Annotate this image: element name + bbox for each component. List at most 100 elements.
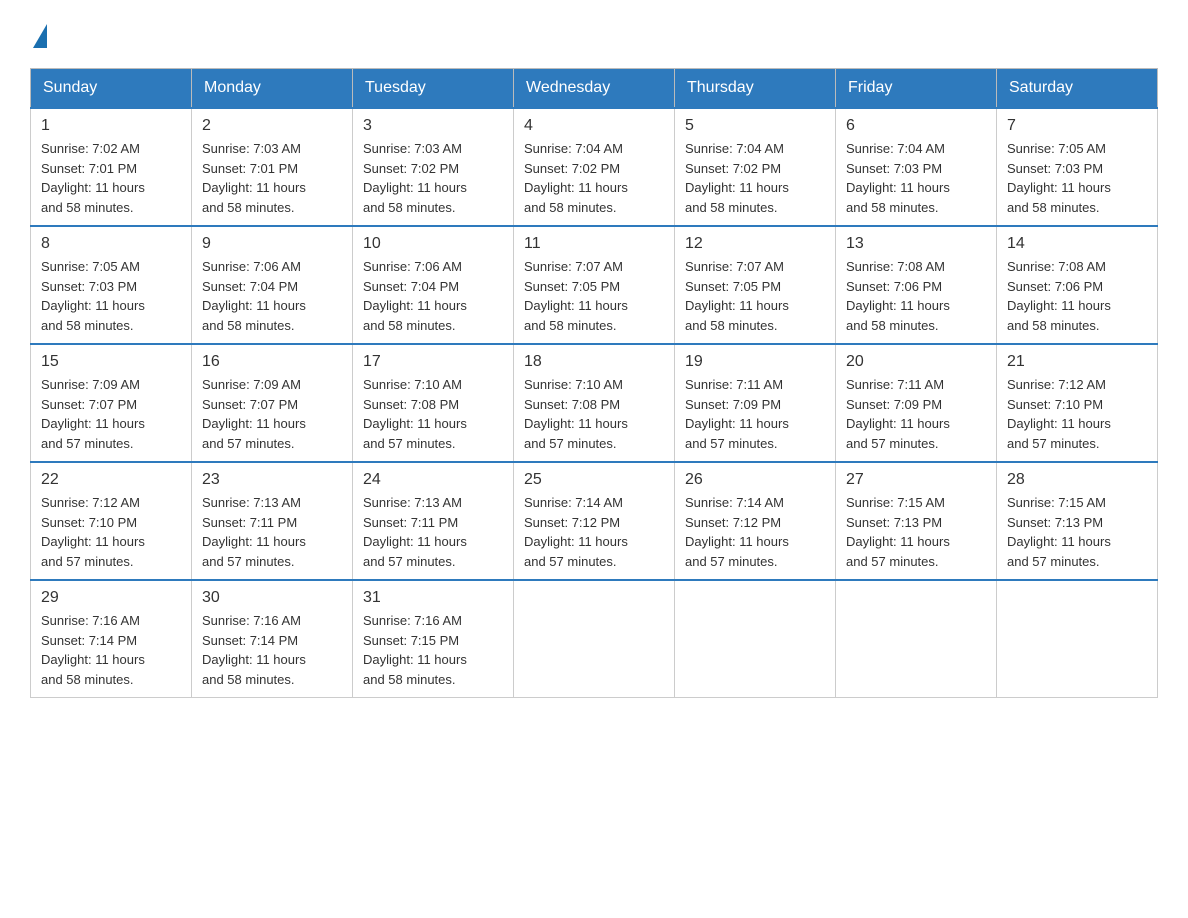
- calendar-cell: 1 Sunrise: 7:02 AMSunset: 7:01 PMDayligh…: [31, 108, 192, 226]
- day-number: 19: [685, 353, 825, 371]
- calendar-cell: 29 Sunrise: 7:16 AMSunset: 7:14 PMDaylig…: [31, 580, 192, 698]
- day-info: Sunrise: 7:04 AMSunset: 7:02 PMDaylight:…: [524, 141, 628, 215]
- day-info: Sunrise: 7:16 AMSunset: 7:15 PMDaylight:…: [363, 613, 467, 687]
- day-info: Sunrise: 7:09 AMSunset: 7:07 PMDaylight:…: [41, 377, 145, 451]
- day-number: 17: [363, 353, 503, 371]
- day-info: Sunrise: 7:16 AMSunset: 7:14 PMDaylight:…: [202, 613, 306, 687]
- day-number: 7: [1007, 117, 1147, 135]
- day-number: 30: [202, 589, 342, 607]
- day-number: 25: [524, 471, 664, 489]
- calendar-cell: 9 Sunrise: 7:06 AMSunset: 7:04 PMDayligh…: [192, 226, 353, 344]
- day-number: 18: [524, 353, 664, 371]
- day-info: Sunrise: 7:10 AMSunset: 7:08 PMDaylight:…: [524, 377, 628, 451]
- column-header-saturday: Saturday: [997, 69, 1158, 109]
- calendar-cell: 6 Sunrise: 7:04 AMSunset: 7:03 PMDayligh…: [836, 108, 997, 226]
- calendar-cell: 3 Sunrise: 7:03 AMSunset: 7:02 PMDayligh…: [353, 108, 514, 226]
- calendar-cell: 15 Sunrise: 7:09 AMSunset: 7:07 PMDaylig…: [31, 344, 192, 462]
- calendar-cell: 7 Sunrise: 7:05 AMSunset: 7:03 PMDayligh…: [997, 108, 1158, 226]
- day-number: 24: [363, 471, 503, 489]
- column-header-thursday: Thursday: [675, 69, 836, 109]
- day-number: 2: [202, 117, 342, 135]
- day-info: Sunrise: 7:05 AMSunset: 7:03 PMDaylight:…: [1007, 141, 1111, 215]
- calendar-cell: 27 Sunrise: 7:15 AMSunset: 7:13 PMDaylig…: [836, 462, 997, 580]
- calendar-cell: [514, 580, 675, 698]
- day-number: 4: [524, 117, 664, 135]
- day-number: 8: [41, 235, 181, 253]
- column-header-friday: Friday: [836, 69, 997, 109]
- day-info: Sunrise: 7:12 AMSunset: 7:10 PMDaylight:…: [41, 495, 145, 569]
- day-number: 9: [202, 235, 342, 253]
- logo-triangle-icon: [33, 24, 47, 48]
- calendar-cell: 13 Sunrise: 7:08 AMSunset: 7:06 PMDaylig…: [836, 226, 997, 344]
- day-info: Sunrise: 7:12 AMSunset: 7:10 PMDaylight:…: [1007, 377, 1111, 451]
- day-info: Sunrise: 7:15 AMSunset: 7:13 PMDaylight:…: [1007, 495, 1111, 569]
- day-info: Sunrise: 7:09 AMSunset: 7:07 PMDaylight:…: [202, 377, 306, 451]
- calendar-cell: 23 Sunrise: 7:13 AMSunset: 7:11 PMDaylig…: [192, 462, 353, 580]
- day-info: Sunrise: 7:04 AMSunset: 7:02 PMDaylight:…: [685, 141, 789, 215]
- day-info: Sunrise: 7:06 AMSunset: 7:04 PMDaylight:…: [363, 259, 467, 333]
- day-number: 15: [41, 353, 181, 371]
- day-number: 27: [846, 471, 986, 489]
- day-info: Sunrise: 7:07 AMSunset: 7:05 PMDaylight:…: [685, 259, 789, 333]
- column-header-monday: Monday: [192, 69, 353, 109]
- calendar-cell: 4 Sunrise: 7:04 AMSunset: 7:02 PMDayligh…: [514, 108, 675, 226]
- day-number: 28: [1007, 471, 1147, 489]
- calendar-week-row: 15 Sunrise: 7:09 AMSunset: 7:07 PMDaylig…: [31, 344, 1158, 462]
- day-info: Sunrise: 7:10 AMSunset: 7:08 PMDaylight:…: [363, 377, 467, 451]
- day-info: Sunrise: 7:05 AMSunset: 7:03 PMDaylight:…: [41, 259, 145, 333]
- day-info: Sunrise: 7:14 AMSunset: 7:12 PMDaylight:…: [685, 495, 789, 569]
- day-number: 11: [524, 235, 664, 253]
- calendar-cell: 28 Sunrise: 7:15 AMSunset: 7:13 PMDaylig…: [997, 462, 1158, 580]
- calendar-cell: 18 Sunrise: 7:10 AMSunset: 7:08 PMDaylig…: [514, 344, 675, 462]
- day-info: Sunrise: 7:03 AMSunset: 7:01 PMDaylight:…: [202, 141, 306, 215]
- calendar-cell: 22 Sunrise: 7:12 AMSunset: 7:10 PMDaylig…: [31, 462, 192, 580]
- day-info: Sunrise: 7:06 AMSunset: 7:04 PMDaylight:…: [202, 259, 306, 333]
- calendar-week-row: 29 Sunrise: 7:16 AMSunset: 7:14 PMDaylig…: [31, 580, 1158, 698]
- calendar-cell: 8 Sunrise: 7:05 AMSunset: 7:03 PMDayligh…: [31, 226, 192, 344]
- day-info: Sunrise: 7:14 AMSunset: 7:12 PMDaylight:…: [524, 495, 628, 569]
- calendar-cell: 25 Sunrise: 7:14 AMSunset: 7:12 PMDaylig…: [514, 462, 675, 580]
- calendar-table: SundayMondayTuesdayWednesdayThursdayFrid…: [30, 68, 1158, 698]
- calendar-cell: 26 Sunrise: 7:14 AMSunset: 7:12 PMDaylig…: [675, 462, 836, 580]
- day-info: Sunrise: 7:11 AMSunset: 7:09 PMDaylight:…: [846, 377, 950, 451]
- logo-text: [30, 20, 47, 48]
- calendar-week-row: 8 Sunrise: 7:05 AMSunset: 7:03 PMDayligh…: [31, 226, 1158, 344]
- calendar-cell: 10 Sunrise: 7:06 AMSunset: 7:04 PMDaylig…: [353, 226, 514, 344]
- calendar-cell: 20 Sunrise: 7:11 AMSunset: 7:09 PMDaylig…: [836, 344, 997, 462]
- day-number: 3: [363, 117, 503, 135]
- calendar-cell: [836, 580, 997, 698]
- calendar-cell: 11 Sunrise: 7:07 AMSunset: 7:05 PMDaylig…: [514, 226, 675, 344]
- column-header-sunday: Sunday: [31, 69, 192, 109]
- day-number: 21: [1007, 353, 1147, 371]
- day-info: Sunrise: 7:04 AMSunset: 7:03 PMDaylight:…: [846, 141, 950, 215]
- day-info: Sunrise: 7:13 AMSunset: 7:11 PMDaylight:…: [363, 495, 467, 569]
- day-number: 13: [846, 235, 986, 253]
- day-info: Sunrise: 7:03 AMSunset: 7:02 PMDaylight:…: [363, 141, 467, 215]
- calendar-cell: 24 Sunrise: 7:13 AMSunset: 7:11 PMDaylig…: [353, 462, 514, 580]
- calendar-cell: 31 Sunrise: 7:16 AMSunset: 7:15 PMDaylig…: [353, 580, 514, 698]
- day-info: Sunrise: 7:15 AMSunset: 7:13 PMDaylight:…: [846, 495, 950, 569]
- day-info: Sunrise: 7:16 AMSunset: 7:14 PMDaylight:…: [41, 613, 145, 687]
- calendar-cell: [997, 580, 1158, 698]
- day-info: Sunrise: 7:13 AMSunset: 7:11 PMDaylight:…: [202, 495, 306, 569]
- day-number: 31: [363, 589, 503, 607]
- calendar-cell: 5 Sunrise: 7:04 AMSunset: 7:02 PMDayligh…: [675, 108, 836, 226]
- day-number: 10: [363, 235, 503, 253]
- day-info: Sunrise: 7:02 AMSunset: 7:01 PMDaylight:…: [41, 141, 145, 215]
- day-number: 6: [846, 117, 986, 135]
- logo: [30, 20, 47, 48]
- calendar-cell: 12 Sunrise: 7:07 AMSunset: 7:05 PMDaylig…: [675, 226, 836, 344]
- day-number: 20: [846, 353, 986, 371]
- calendar-week-row: 22 Sunrise: 7:12 AMSunset: 7:10 PMDaylig…: [31, 462, 1158, 580]
- column-header-wednesday: Wednesday: [514, 69, 675, 109]
- day-number: 26: [685, 471, 825, 489]
- calendar-cell: [675, 580, 836, 698]
- column-header-tuesday: Tuesday: [353, 69, 514, 109]
- day-number: 16: [202, 353, 342, 371]
- day-number: 14: [1007, 235, 1147, 253]
- day-info: Sunrise: 7:07 AMSunset: 7:05 PMDaylight:…: [524, 259, 628, 333]
- calendar-cell: 21 Sunrise: 7:12 AMSunset: 7:10 PMDaylig…: [997, 344, 1158, 462]
- calendar-cell: 19 Sunrise: 7:11 AMSunset: 7:09 PMDaylig…: [675, 344, 836, 462]
- day-number: 1: [41, 117, 181, 135]
- day-info: Sunrise: 7:08 AMSunset: 7:06 PMDaylight:…: [846, 259, 950, 333]
